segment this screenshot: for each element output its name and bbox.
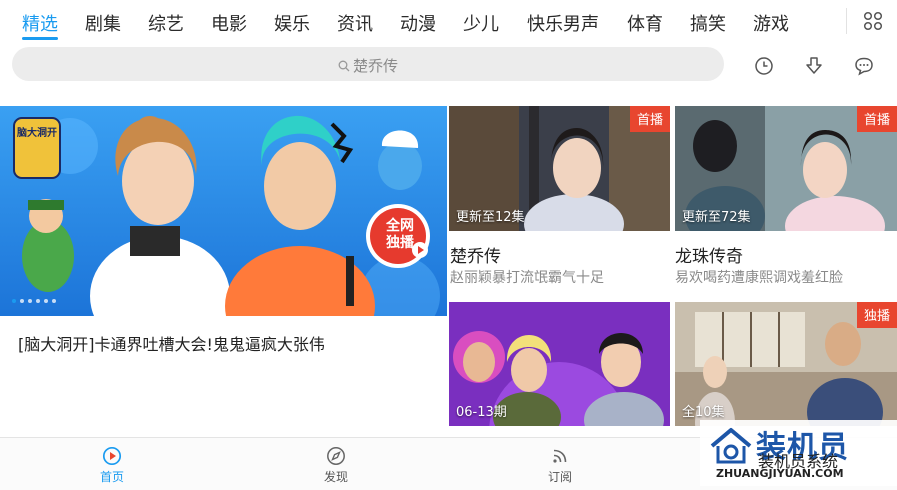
tab-variety[interactable]: 综艺	[148, 10, 184, 36]
carousel-dot[interactable]	[52, 299, 56, 303]
tab-super-boy[interactable]: 快乐男声	[527, 10, 599, 36]
tab-comedy[interactable]: 搞笑	[690, 10, 726, 36]
video-card-subtitle[interactable]: 易欢喝药遭康熙调戏羞红脸	[675, 267, 843, 287]
premiere-badge: 首播	[629, 106, 670, 132]
nav-discover[interactable]: 发现	[296, 438, 376, 490]
category-tab-bar: 精选 剧集 综艺 电影 娱乐 资讯 动漫 少儿 快乐男声 体育 搞笑 游戏	[0, 0, 897, 44]
tab-sports[interactable]: 体育	[627, 10, 663, 36]
video-card-thumbnail[interactable]: 首播 更新至72集	[675, 106, 897, 231]
premiere-badge: 首播	[856, 106, 897, 132]
carousel-dot[interactable]	[12, 299, 16, 303]
show-logo: 脑大洞开	[17, 128, 57, 139]
carousel-dot[interactable]	[44, 299, 48, 303]
episode-update-label: 更新至72集	[682, 210, 751, 225]
video-card-title[interactable]: 龙珠传奇	[675, 242, 743, 267]
nav-home-label: 首页	[99, 470, 124, 484]
issue-date-label: 06-13期	[456, 405, 507, 420]
hero-caption[interactable]: [脑大洞开]卡通界吐槽大会!鬼鬼逼疯大张伟	[18, 331, 325, 355]
tab-series[interactable]: 剧集	[85, 10, 121, 36]
nav-subscribe-label: 订阅	[547, 470, 572, 484]
rss-icon	[553, 449, 567, 463]
video-card-subtitle[interactable]: 赵丽颖暴打流氓霸气十足	[450, 267, 604, 287]
carousel-dot[interactable]	[20, 299, 24, 303]
watermark-url: ZHUANGJIYUAN.COM	[716, 467, 844, 480]
nav-home[interactable]: 首页	[72, 438, 152, 490]
carousel-dot[interactable]	[28, 299, 32, 303]
site-watermark: 装机员 装机员系统 ZHUANGJIYUAN.COM	[700, 420, 897, 486]
carousel-dot[interactable]	[36, 299, 40, 303]
search-placeholder: 楚乔传	[352, 57, 398, 75]
active-tab-indicator	[22, 37, 58, 40]
search-icon	[338, 60, 350, 72]
exclusive-badge-line2: 独播	[386, 235, 414, 251]
nav-discover-label: 发现	[323, 470, 348, 484]
message-icon[interactable]	[853, 55, 875, 77]
exclusive-label-badge: 独播	[856, 302, 897, 328]
tab-featured[interactable]: 精选	[22, 10, 58, 36]
download-icon[interactable]	[803, 55, 825, 77]
watermark-house-logo-icon	[710, 428, 752, 464]
exclusive-badge: 全网 独播	[378, 218, 422, 252]
search-bar[interactable]: 楚乔传	[12, 47, 724, 81]
video-card-title[interactable]: 楚乔传	[450, 242, 501, 267]
exclusive-badge-line1: 全网	[386, 218, 414, 234]
tab-anime[interactable]: 动漫	[400, 10, 436, 36]
tab-entertainment[interactable]: 娱乐	[274, 10, 310, 36]
video-card-thumbnail[interactable]: 首播 更新至12集	[449, 106, 670, 231]
compass-icon	[327, 447, 345, 465]
search-placeholder-wrap: 楚乔传	[12, 55, 724, 76]
nav-subscribe[interactable]: 订阅	[520, 438, 600, 490]
episode-total-label: 全10集	[682, 405, 725, 420]
tab-games[interactable]: 游戏	[753, 10, 789, 36]
tab-divider	[846, 8, 847, 34]
video-card-thumbnail[interactable]: 独播 全10集	[675, 302, 897, 426]
hero-banner[interactable]: 全网 独播 脑大洞开	[0, 106, 447, 316]
tab-movies[interactable]: 电影	[211, 10, 247, 36]
tab-kids[interactable]: 少儿	[463, 10, 499, 36]
tab-news[interactable]: 资讯	[337, 10, 373, 36]
episode-update-label: 更新至12集	[456, 210, 525, 225]
hero-poster-image	[0, 106, 447, 316]
video-card-thumbnail[interactable]: 06-13期	[449, 302, 670, 426]
grid-menu-icon[interactable]	[862, 10, 884, 32]
history-clock-icon[interactable]	[753, 55, 775, 77]
play-circle-icon	[102, 446, 122, 466]
